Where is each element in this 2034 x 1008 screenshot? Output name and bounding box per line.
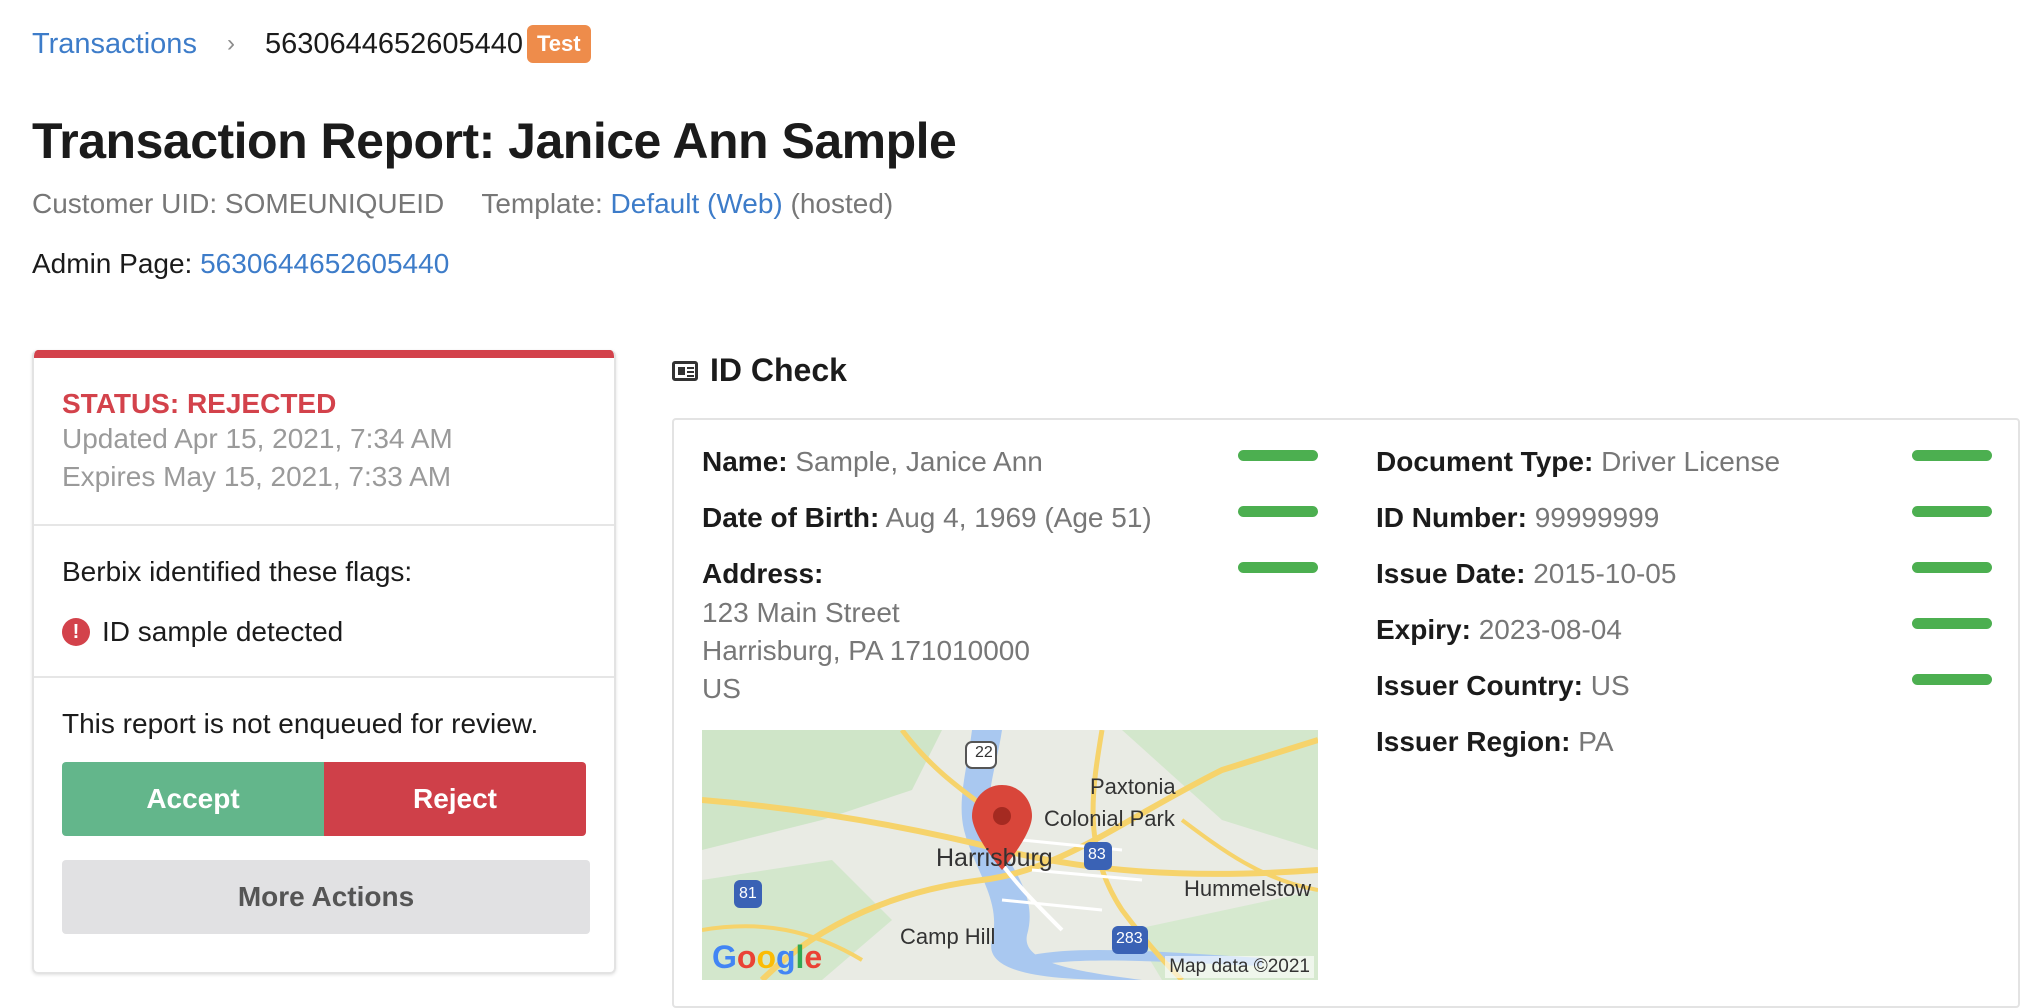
id-check-title: ID Check: [710, 352, 847, 388]
id-number-ok-indicator: [1912, 506, 1992, 517]
page-title: Transaction Report: Janice Ann Sample: [32, 113, 957, 169]
dob-ok-indicator: [1238, 506, 1318, 517]
accept-button[interactable]: Accept: [62, 762, 324, 836]
address-line: Harrisburg, PA 171010000: [702, 635, 1030, 666]
template-hosted: (hosted): [790, 188, 894, 219]
breadcrumb-transactions-link[interactable]: Transactions: [32, 28, 197, 61]
template-label: Template:: [481, 188, 603, 219]
breadcrumb-current: 5630644652605440: [264, 27, 523, 60]
alert-icon: !: [62, 618, 90, 646]
address-line: US: [702, 673, 741, 704]
status-color-bar: [34, 350, 614, 358]
google-logo: Google: [712, 939, 823, 975]
route-shield-label: 22: [975, 744, 993, 761]
admin-page-link[interactable]: 5630644652605440: [200, 248, 449, 279]
route-shield-label: 81: [739, 885, 757, 902]
address-line: 123 Main Street: [702, 597, 900, 628]
id-number-field: ID Number: 99999999: [1376, 502, 1660, 533]
address-map[interactable]: 22 83 81 283 Paxtonia Colonial Park Harr…: [702, 730, 1318, 980]
issuer-region-field: Issuer Region: PA: [1376, 726, 1614, 757]
flag-item: ! ID sample detected: [62, 616, 586, 676]
map-place-label: Colonial Park: [1044, 806, 1175, 831]
customer-uid: Customer UID: SOMEUNIQUEID: [32, 188, 445, 219]
expiry-ok-indicator: [1912, 618, 1992, 629]
actions-section: This report is not enqueued for review. …: [34, 678, 614, 934]
name-ok-indicator: [1238, 450, 1318, 461]
document-type-ok-indicator: [1912, 450, 1992, 461]
route-shield-label: 83: [1088, 846, 1106, 863]
status-label: STATUS: REJECTED: [62, 388, 337, 419]
map-place-label: Paxtonia: [1090, 774, 1176, 799]
id-check-panel: Name: Sample, Janice Ann Date of Birth: …: [672, 418, 2020, 1008]
map-place-label: Camp Hill: [900, 924, 996, 949]
map-attribution: Map data ©2021: [1165, 956, 1314, 978]
address-lines: 123 Main Street Harrisburg, PA 171010000…: [702, 594, 1030, 708]
id-check-heading: ID Check: [672, 352, 847, 389]
flags-section: Berbix identified these flags: ! ID samp…: [34, 526, 614, 678]
chevron-right-icon: ›: [226, 30, 235, 57]
document-type-field: Document Type: Driver License: [1376, 446, 1781, 477]
expiry-field: Expiry: 2023-08-04: [1376, 614, 1622, 645]
issue-date-ok-indicator: [1912, 562, 1992, 573]
id-card-icon: [672, 360, 698, 381]
address-ok-indicator: [1238, 562, 1318, 573]
address-field: Address:: [702, 558, 824, 589]
more-actions-button[interactable]: More Actions: [62, 860, 590, 934]
review-status-text: This report is not enqueued for review.: [62, 708, 539, 739]
status-updated: Updated Apr 15, 2021, 7:34 AM: [62, 423, 453, 454]
map-place-label: Hummelstow: [1184, 876, 1312, 901]
status-card: STATUS: REJECTED Updated Apr 15, 2021, 7…: [32, 350, 616, 974]
route-shield-label: 283: [1116, 930, 1143, 947]
status-section: STATUS: REJECTED Updated Apr 15, 2021, 7…: [34, 358, 614, 526]
issuer-country-ok-indicator: [1912, 674, 1992, 685]
map-place-label: Harrisburg: [936, 844, 1053, 872]
issue-date-field: Issue Date: 2015-10-05: [1376, 558, 1677, 589]
flags-title: Berbix identified these flags:: [62, 556, 413, 587]
breadcrumb: Transactions › 5630644652605440 Test: [32, 24, 591, 64]
admin-page-row: Admin Page: 5630644652605440: [32, 248, 449, 280]
reject-button[interactable]: Reject: [324, 762, 586, 836]
dob-field: Date of Birth: Aug 4, 1969 (Age 51): [702, 502, 1152, 533]
status-expires: Expires May 15, 2021, 7:33 AM: [62, 461, 452, 492]
report-meta: Customer UID: SOMEUNIQUEID Template: Def…: [32, 188, 893, 220]
test-badge: Test: [527, 25, 591, 63]
issuer-country-field: Issuer Country: US: [1376, 670, 1630, 701]
flag-text: ID sample detected: [102, 616, 344, 647]
admin-page-label: Admin Page:: [32, 248, 193, 279]
name-field: Name: Sample, Janice Ann: [702, 446, 1043, 477]
template-link[interactable]: Default (Web): [611, 188, 783, 219]
